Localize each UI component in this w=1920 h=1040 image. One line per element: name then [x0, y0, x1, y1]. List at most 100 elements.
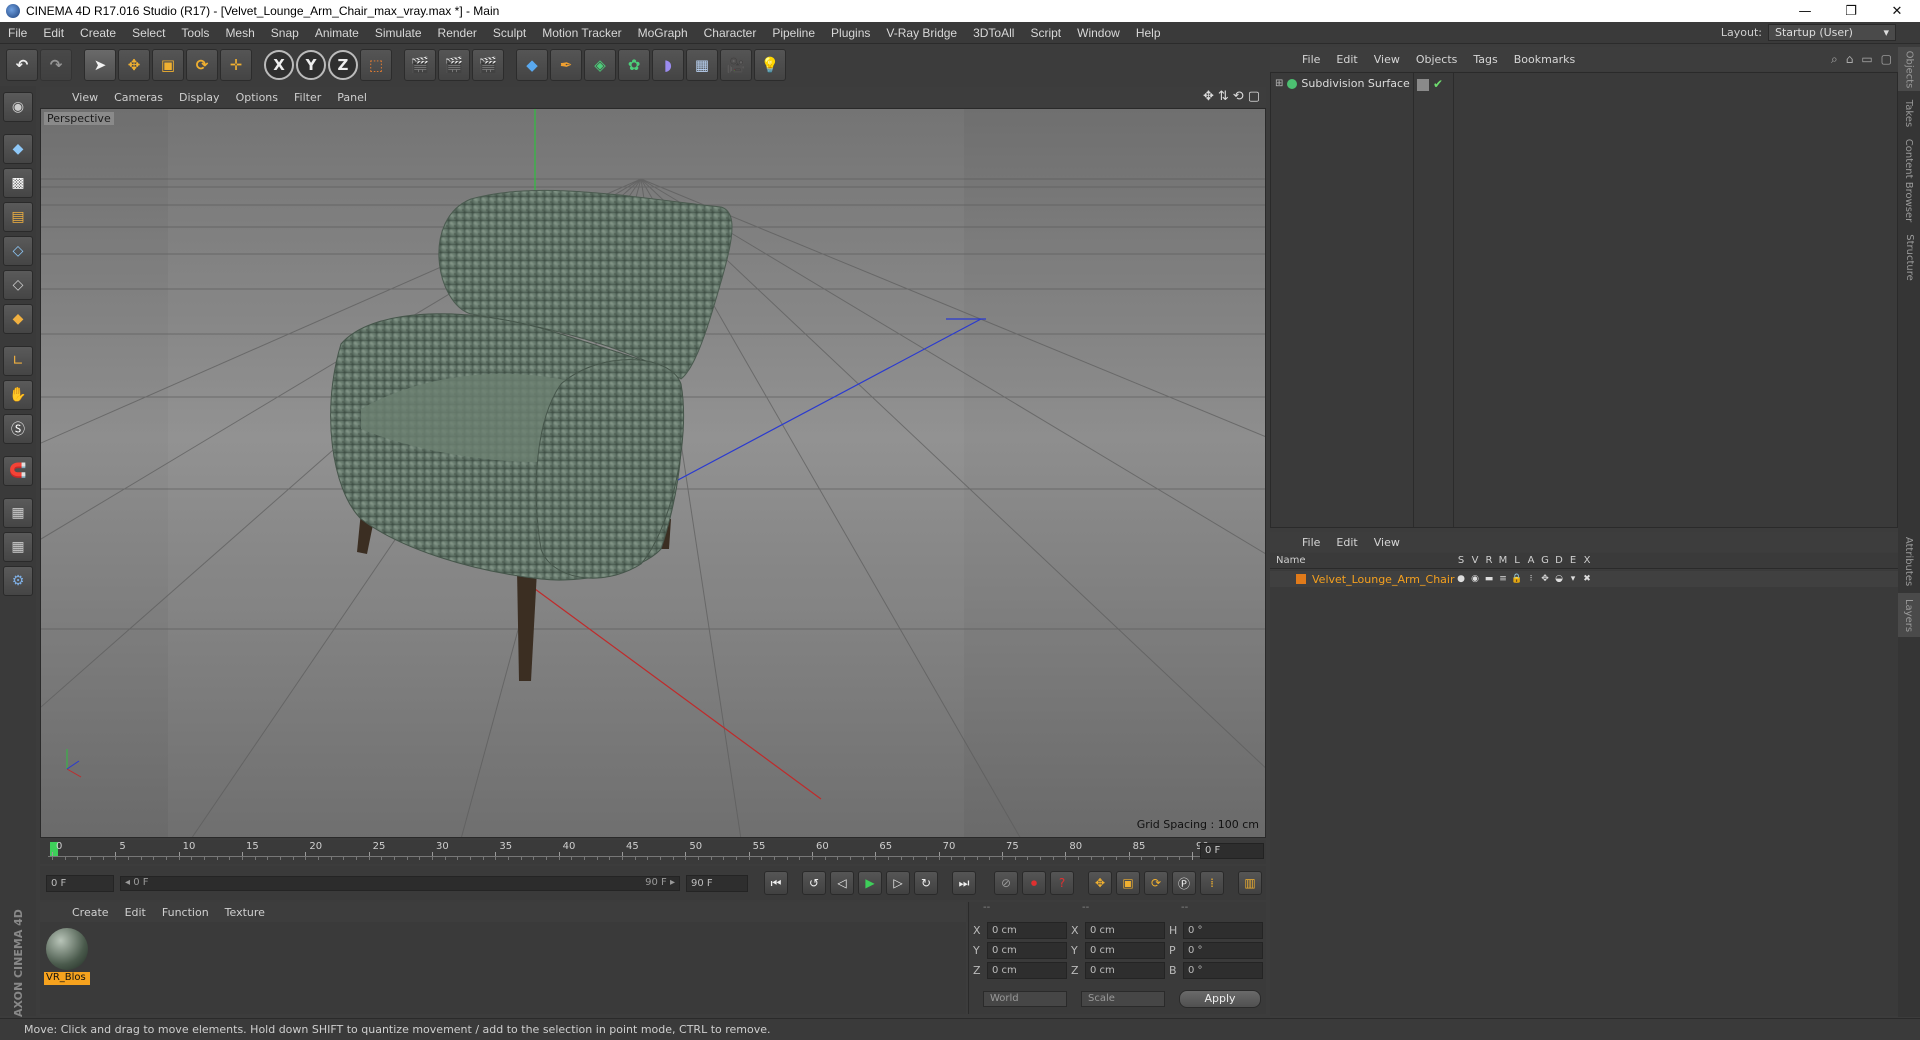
python-button[interactable]: ⚙: [3, 566, 33, 596]
enabled-check-icon[interactable]: ✔: [1433, 77, 1443, 91]
menu-simulate[interactable]: Simulate: [367, 26, 430, 40]
move-tool-button[interactable]: ✥: [118, 49, 150, 81]
material-menu-texture[interactable]: Texture: [217, 906, 273, 919]
menu-select[interactable]: Select: [124, 26, 173, 40]
viewport-menu-display[interactable]: Display: [171, 91, 228, 104]
scale-tool-button[interactable]: ▣: [152, 49, 184, 81]
menu-file[interactable]: File: [0, 26, 35, 40]
tab-objects[interactable]: Objects: [1898, 47, 1920, 91]
animation-icon[interactable]: ⁝: [1524, 574, 1538, 584]
expand-plus-icon[interactable]: ⊞: [1275, 78, 1283, 89]
expression-icon[interactable]: ▾: [1566, 574, 1580, 584]
position-key-button[interactable]: ✥: [1088, 871, 1112, 895]
add-camera-button[interactable]: 🎥: [720, 49, 752, 81]
edit-render-settings-button[interactable]: 🎬: [472, 49, 504, 81]
restore-button[interactable]: ❐: [1828, 0, 1874, 22]
material-swatch[interactable]: VR_Blos: [42, 924, 92, 988]
add-cube-button[interactable]: ◆: [516, 49, 548, 81]
rot-b-field[interactable]: 0 °: [1183, 961, 1263, 979]
menu-character[interactable]: Character: [696, 26, 765, 40]
layer-name-header[interactable]: Name: [1270, 555, 1454, 566]
solo-mode-button[interactable]: Ⓢ: [3, 414, 33, 444]
tab-content-browser[interactable]: Content Browser: [1898, 135, 1920, 225]
viewport-menu-panel[interactable]: Panel: [329, 91, 375, 104]
search-icon[interactable]: ⌕: [1831, 52, 1838, 67]
viewport-menu-filter[interactable]: Filter: [286, 91, 329, 104]
current-frame-field[interactable]: 0 F: [1200, 843, 1264, 859]
object-menu-bookmarks[interactable]: Bookmarks: [1506, 53, 1583, 66]
add-floor-button[interactable]: ▦: [686, 49, 718, 81]
go-to-start-button[interactable]: ⏮: [764, 871, 788, 895]
menu-edit[interactable]: Edit: [35, 26, 72, 40]
points-mode-button[interactable]: ◇: [3, 236, 33, 266]
minimize-panel-icon[interactable]: ▭: [1861, 52, 1872, 67]
3d-viewport[interactable]: Perspective Grid Spacing : 100 cm: [40, 108, 1266, 838]
previous-frame-button[interactable]: ◁: [830, 871, 854, 895]
add-mograph-button[interactable]: ✿: [618, 49, 650, 81]
home-icon[interactable]: ⌂: [1846, 52, 1854, 67]
add-light-button[interactable]: 💡: [754, 49, 786, 81]
menu-animate[interactable]: Animate: [307, 26, 367, 40]
eye-icon[interactable]: ◉: [1468, 574, 1482, 584]
object-menu-file[interactable]: File: [1294, 53, 1328, 66]
menu-mograph[interactable]: MoGraph: [630, 26, 696, 40]
xref-icon[interactable]: ✖: [1580, 574, 1594, 584]
viewport-menu-cameras[interactable]: Cameras: [106, 91, 171, 104]
add-deformer-button[interactable]: ◗: [652, 49, 684, 81]
object-menu-edit[interactable]: Edit: [1328, 53, 1365, 66]
scale-key-button[interactable]: ▣: [1116, 871, 1140, 895]
preview-range-slider[interactable]: ◂ 0 F 90 F ▸: [120, 875, 680, 891]
tab-takes[interactable]: Takes: [1898, 95, 1920, 131]
coordinate-space-dropdown[interactable]: World: [983, 991, 1067, 1007]
menu-window[interactable]: Window: [1069, 26, 1128, 40]
size-x-field[interactable]: 0 cm: [1085, 921, 1165, 939]
lock-workplane-button[interactable]: ▦: [3, 498, 33, 528]
keyframe-selection-button[interactable]: ?: [1050, 871, 1074, 895]
timeline-ruler[interactable]: 051015202530354045505560657075808590: [48, 840, 1209, 862]
end-frame-field[interactable]: 90 F: [686, 874, 748, 892]
tab-layers[interactable]: Layers: [1898, 593, 1920, 637]
dolly-view-icon[interactable]: ⇅: [1218, 89, 1229, 104]
add-spline-button[interactable]: ✒: [550, 49, 582, 81]
object-menu-tags[interactable]: Tags: [1465, 53, 1505, 66]
axis-mode-button[interactable]: ∟: [3, 346, 33, 376]
menu-plugins[interactable]: Plugins: [823, 26, 878, 40]
pos-x-field[interactable]: 0 cm: [987, 921, 1067, 939]
solo-dot-icon[interactable]: ●: [1454, 574, 1468, 584]
add-subdivision-button[interactable]: ◈: [584, 49, 616, 81]
model-mode-button[interactable]: ◆: [3, 134, 33, 164]
menu-tools[interactable]: Tools: [173, 26, 217, 40]
menu-vray-bridge[interactable]: V-Ray Bridge: [878, 26, 965, 40]
workplane-mode-button[interactable]: ▤: [3, 202, 33, 232]
apply-button[interactable]: Apply: [1179, 990, 1261, 1008]
menu-render[interactable]: Render: [430, 26, 485, 40]
polygons-mode-button[interactable]: ◆: [3, 304, 33, 334]
menu-sculpt[interactable]: Sculpt: [485, 26, 534, 40]
material-menu-create[interactable]: Create: [64, 906, 117, 919]
close-button[interactable]: ✕: [1874, 0, 1920, 22]
object-menu-objects[interactable]: Objects: [1408, 53, 1466, 66]
toggle-panel-icon[interactable]: ▢: [1248, 89, 1260, 104]
menu-3dtoall[interactable]: 3DToAll: [965, 26, 1022, 40]
render-view-button[interactable]: 🎬: [404, 49, 436, 81]
menu-create[interactable]: Create: [72, 26, 124, 40]
menu-mesh[interactable]: Mesh: [217, 26, 262, 40]
object-row[interactable]: ⊞ Subdivision Surface: [1275, 77, 1410, 90]
planar-workplane-button[interactable]: ▦: [3, 532, 33, 562]
deformer-icon[interactable]: ◒: [1552, 574, 1566, 584]
viewport-camera-label[interactable]: Perspective: [44, 112, 114, 125]
viewport-menu-options[interactable]: Options: [228, 91, 286, 104]
lock-icon[interactable]: 🔒: [1510, 574, 1524, 584]
timeline[interactable]: 051015202530354045505560657075808590 0 F: [40, 840, 1266, 864]
menu-help[interactable]: Help: [1128, 26, 1169, 40]
snap-button[interactable]: 🧲: [3, 456, 33, 486]
maximize-panel-icon[interactable]: ▢: [1881, 52, 1892, 67]
tab-structure[interactable]: Structure: [1898, 229, 1920, 285]
pos-z-field[interactable]: 0 cm: [987, 961, 1067, 979]
next-key-button[interactable]: ↻: [914, 871, 938, 895]
z-axis-lock-button[interactable]: Z: [328, 50, 358, 80]
material-menu-edit[interactable]: Edit: [117, 906, 154, 919]
rotation-key-button[interactable]: ⟳: [1144, 871, 1168, 895]
point-level-animation-button[interactable]: ⁞: [1200, 871, 1224, 895]
undo-button[interactable]: ↶: [6, 49, 38, 81]
